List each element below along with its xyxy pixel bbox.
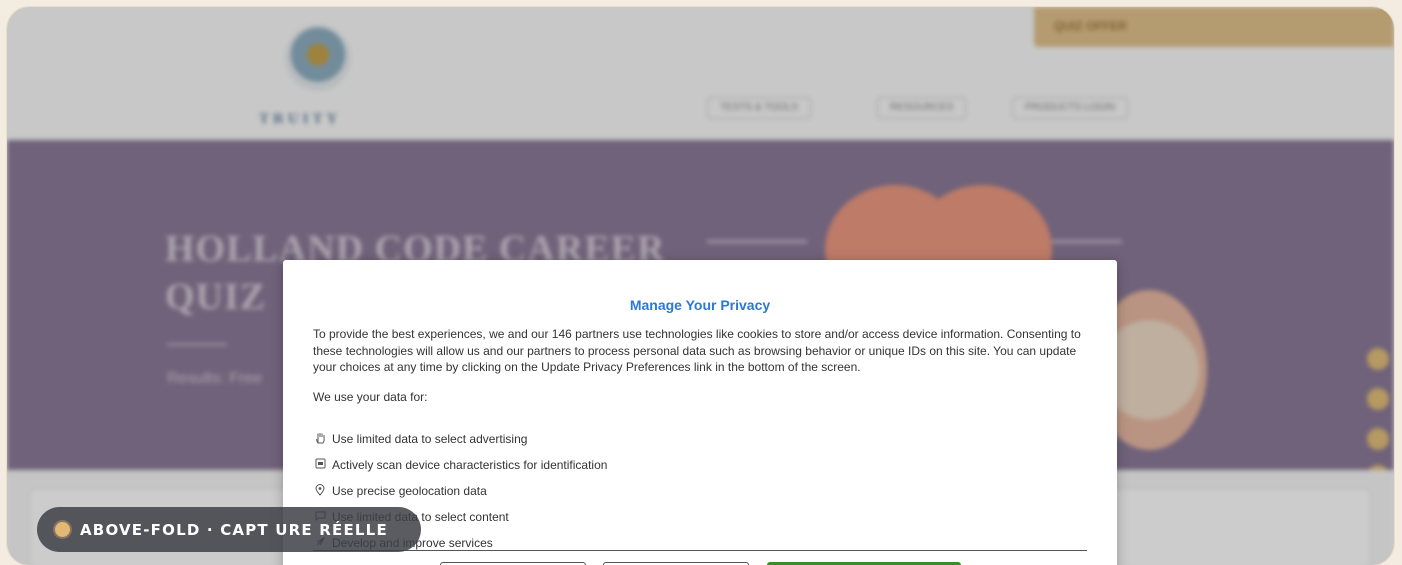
hand-icon [313, 432, 327, 447]
status-dot-icon [55, 522, 70, 537]
modal-divider [313, 550, 1087, 551]
screenshot-frame: TRUITY QUIZ OFFER TESTS & TOOLS RESOURCE… [7, 7, 1394, 565]
list-item: Use precise geolocation data [313, 478, 607, 504]
list-item: Use limited data to select advertising [313, 426, 607, 452]
device-scan-icon [313, 458, 327, 472]
capture-badge: ABOVE-FOLD · CAPT URE RÉELLE [37, 507, 421, 552]
uses-label: We use your data for: [313, 390, 428, 404]
location-pin-icon [313, 483, 327, 499]
purpose-label: Use precise geolocation data [332, 484, 487, 498]
modal-title: Manage Your Privacy [629, 297, 771, 313]
badge-label: ABOVE-FOLD · CAPT URE RÉELLE [80, 520, 388, 539]
purpose-label: Actively scan device characteristics for… [332, 458, 608, 472]
list-item: Actively scan device characteristics for… [313, 452, 607, 478]
modal-description: To provide the best experiences, we and … [313, 327, 1081, 374]
purpose-label: Use limited data to select advertising [332, 432, 528, 446]
